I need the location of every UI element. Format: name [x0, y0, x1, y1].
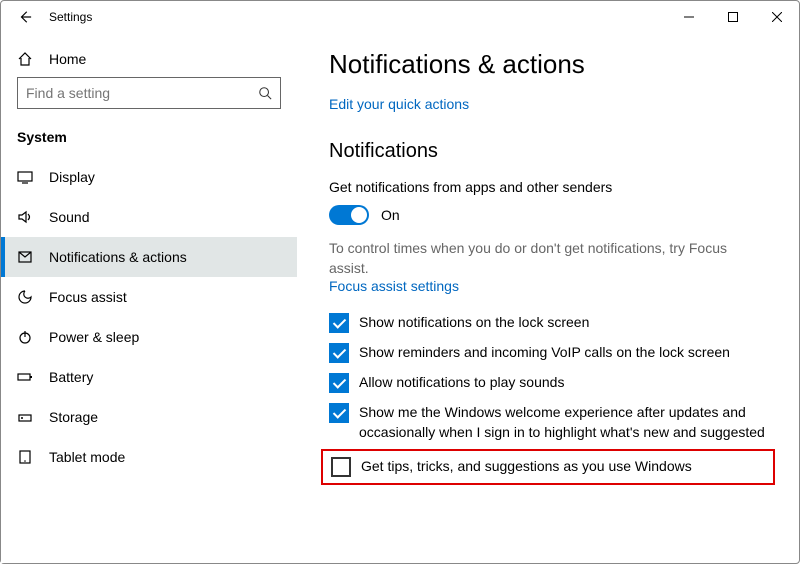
display-icon	[17, 169, 33, 185]
sidebar-item-label: Tablet mode	[49, 449, 125, 465]
home-icon	[17, 51, 33, 67]
section-title: Notifications	[329, 140, 767, 163]
focus-assist-settings-link[interactable]: Focus assist settings	[329, 278, 767, 294]
titlebar: Settings	[1, 1, 799, 33]
sidebar-item-battery[interactable]: Battery	[1, 357, 297, 397]
sidebar-item-storage[interactable]: Storage	[1, 397, 297, 437]
back-button[interactable]	[17, 9, 33, 25]
checkbox[interactable]	[329, 403, 349, 423]
checkbox-label: Allow notifications to play sounds	[359, 373, 564, 393]
sound-icon	[17, 209, 33, 225]
checkbox-label: Get tips, tricks, and suggestions as you…	[361, 457, 692, 477]
toggle-state-label: On	[381, 207, 400, 223]
content-pane: Notifications & actions Edit your quick …	[297, 33, 799, 563]
sidebar-item-power-sleep[interactable]: Power & sleep	[1, 317, 297, 357]
maximize-button[interactable]	[711, 1, 755, 33]
window-title: Settings	[49, 10, 92, 24]
sidebar-item-label: Display	[49, 169, 95, 185]
sidebar-item-label: Power & sleep	[49, 329, 139, 345]
sidebar-item-label: Battery	[49, 369, 93, 385]
checkbox[interactable]	[329, 373, 349, 393]
checkbox[interactable]	[329, 313, 349, 333]
checkbox-row: Get tips, tricks, and suggestions as you…	[321, 449, 775, 485]
minimize-button[interactable]	[667, 1, 711, 33]
focus-assist-icon	[17, 289, 33, 305]
notifications-toggle[interactable]	[329, 205, 369, 225]
checkbox-row: Show me the Windows welcome experience a…	[329, 398, 767, 447]
sidebar-item-label: Sound	[49, 209, 89, 225]
notifications-toggle-label: Get notifications from apps and other se…	[329, 179, 767, 195]
sidebar-item-display[interactable]: Display	[1, 157, 297, 197]
sidebar-item-sound[interactable]: Sound	[1, 197, 297, 237]
close-button[interactable]	[755, 1, 799, 33]
home-nav[interactable]: Home	[1, 41, 297, 77]
checkbox-label: Show me the Windows welcome experience a…	[359, 403, 767, 442]
sidebar-item-label: Storage	[49, 409, 98, 425]
checkbox-row: Show reminders and incoming VoIP calls o…	[329, 338, 767, 368]
checkbox-row: Allow notifications to play sounds	[329, 368, 767, 398]
search-icon	[258, 86, 272, 100]
notifications-icon	[17, 249, 33, 265]
storage-icon	[17, 409, 33, 425]
tablet-icon	[17, 449, 33, 465]
sidebar-item-focus-assist[interactable]: Focus assist	[1, 277, 297, 317]
home-label: Home	[49, 51, 86, 67]
category-label: System	[1, 121, 297, 157]
checkbox-label: Show reminders and incoming VoIP calls o…	[359, 343, 730, 363]
sidebar-item-notifications[interactable]: Notifications & actions	[1, 237, 297, 277]
page-title: Notifications & actions	[329, 49, 767, 80]
checkbox-label: Show notifications on the lock screen	[359, 313, 589, 333]
sidebar-item-label: Focus assist	[49, 289, 127, 305]
sidebar-item-tablet-mode[interactable]: Tablet mode	[1, 437, 297, 477]
sidebar-item-label: Notifications & actions	[49, 249, 187, 265]
focus-assist-description: To control times when you do or don't ge…	[329, 239, 767, 278]
edit-quick-actions-link[interactable]: Edit your quick actions	[329, 96, 767, 112]
power-icon	[17, 329, 33, 345]
sidebar: Home System Display Sound	[1, 33, 297, 563]
search-input[interactable]	[17, 77, 281, 109]
battery-icon	[17, 369, 33, 385]
checkbox-row: Show notifications on the lock screen	[329, 308, 767, 338]
checkbox[interactable]	[331, 457, 351, 477]
checkbox[interactable]	[329, 343, 349, 363]
